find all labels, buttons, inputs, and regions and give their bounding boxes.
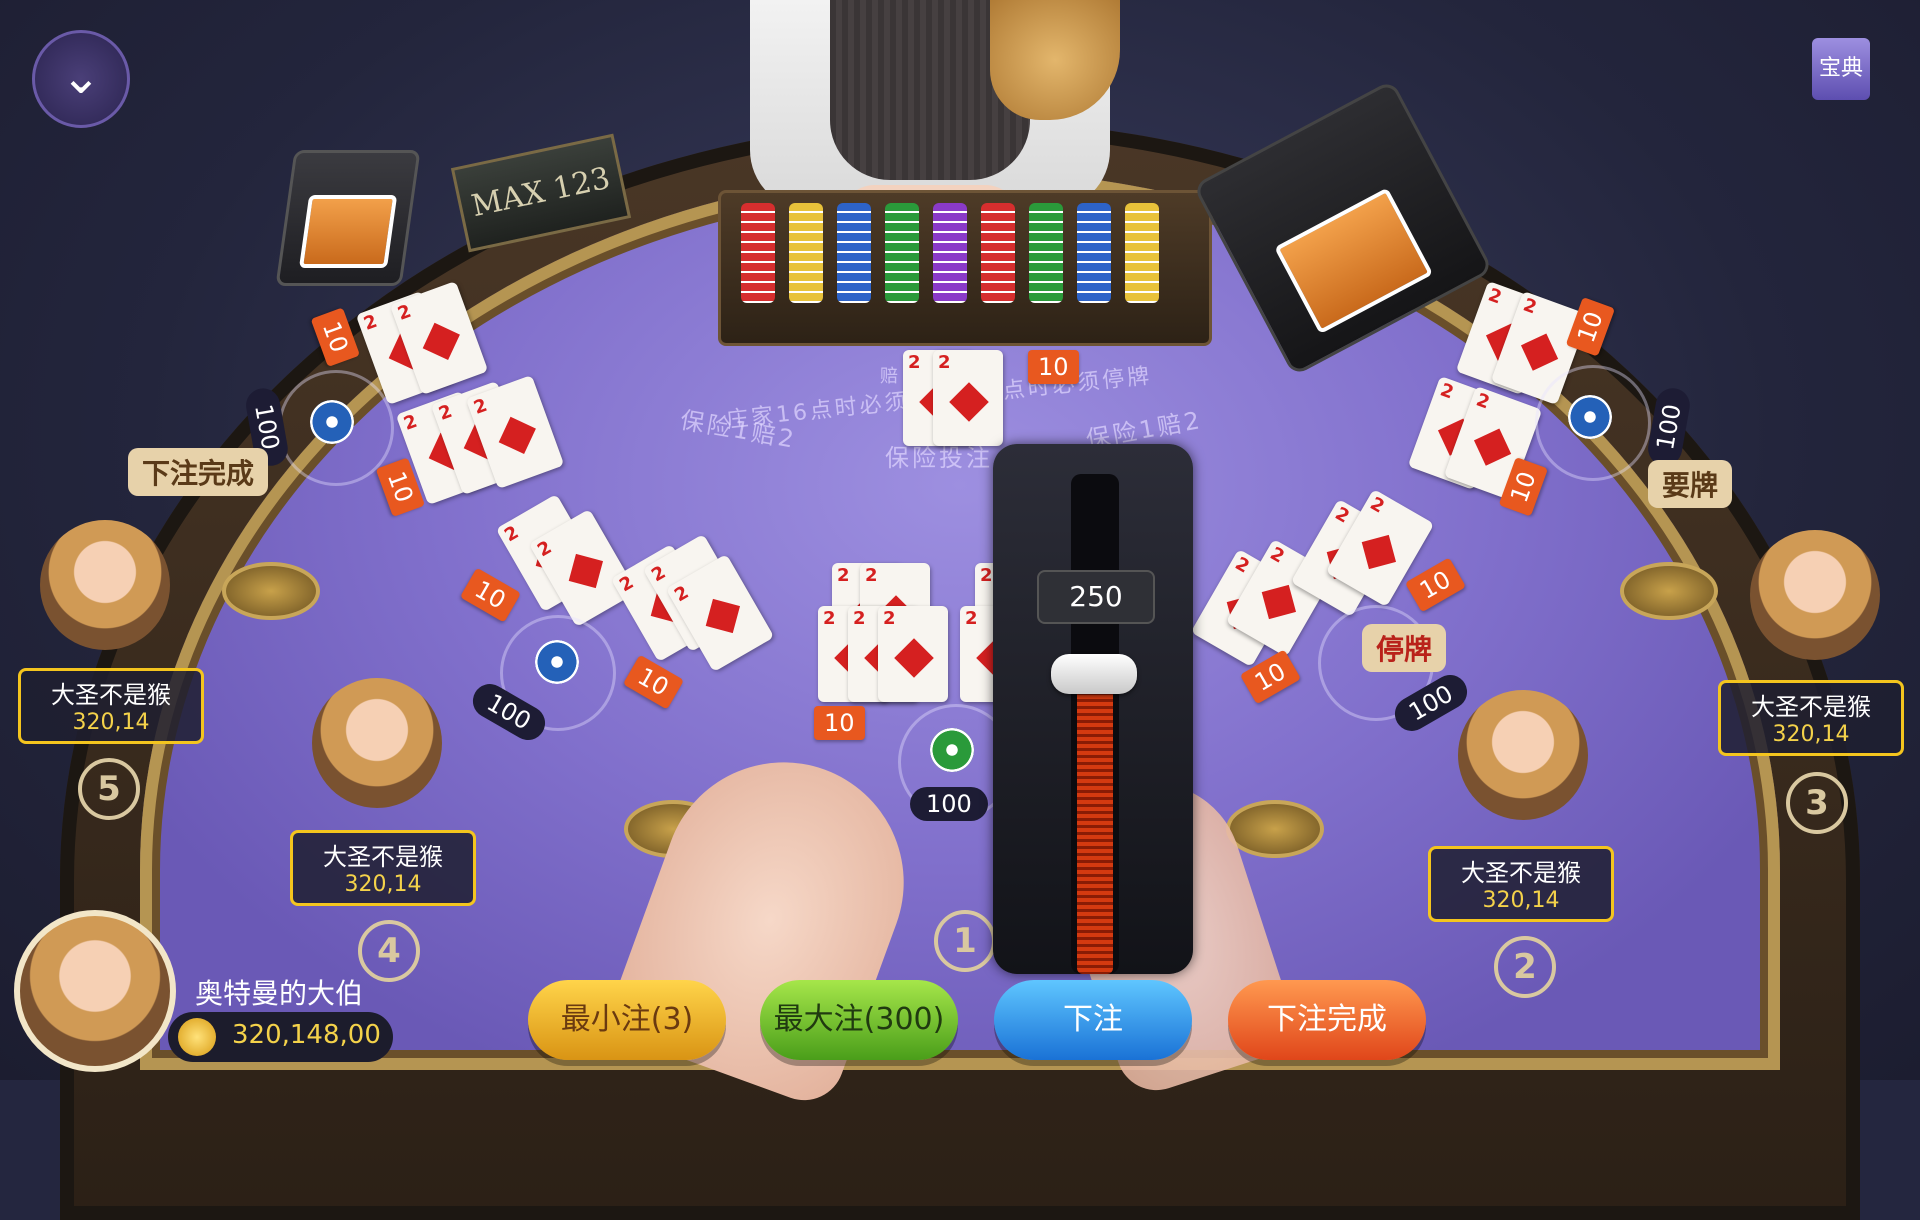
coin-icon: [178, 1018, 216, 1056]
card-back: [1274, 187, 1434, 335]
seat-number: 4: [358, 920, 420, 982]
player-score: 320,14: [1772, 722, 1850, 747]
chip-cup: [1620, 562, 1718, 620]
chip-stack-purple: [933, 203, 967, 303]
player-name: 大圣不是猴: [1461, 859, 1581, 887]
player-name: 大圣不是猴: [51, 681, 171, 709]
bet-slider-fill: [1077, 674, 1113, 974]
player-namebox: 大圣不是猴 320,14: [1718, 680, 1904, 756]
player-namebox: 大圣不是猴 320,14: [290, 830, 476, 906]
dealer-hand-value: 10: [1028, 350, 1079, 384]
max-bet-button[interactable]: 最大注(300): [760, 980, 958, 1060]
chip-icon: [930, 728, 974, 772]
my-coin-value: 320,148,00: [232, 1020, 381, 1050]
my-name: 奥特曼的大伯: [195, 977, 364, 1010]
chevron-down-icon: ⌄: [60, 49, 102, 105]
player-score: 320,14: [72, 710, 150, 735]
chip-stack-red-2: [981, 203, 1015, 303]
player-name: 大圣不是猴: [1751, 693, 1871, 721]
seat-number: 1: [934, 910, 996, 972]
chip-stack-yellow-2: [1125, 203, 1159, 303]
chip-stack-green-2: [1029, 203, 1063, 303]
status-bubble: 下注完成: [128, 448, 269, 496]
chip-icon: [310, 400, 354, 444]
discard-holder: [275, 150, 421, 286]
dealer-chip-tray: [718, 190, 1212, 346]
chip-icon: [1568, 395, 1612, 439]
status-bubble: 要牌: [1648, 460, 1733, 508]
chip-stack-blue-2: [1077, 203, 1111, 303]
my-avatar[interactable]: [14, 910, 176, 1072]
chip-stack-yellow: [789, 203, 823, 303]
status-bubble: 停牌: [1362, 624, 1447, 672]
guide-button[interactable]: 宝典: [1812, 38, 1870, 100]
dealer-card: 2: [933, 350, 1003, 446]
player-namebox: 大圣不是猴 320,14: [18, 668, 204, 744]
player-score: 320,14: [1482, 888, 1560, 913]
bet-amount: 100: [910, 787, 988, 821]
card-back: [298, 195, 398, 268]
bet-slider-track[interactable]: [1071, 474, 1119, 974]
menu-button[interactable]: ⌄: [32, 30, 130, 128]
chip-cup: [222, 562, 320, 620]
player-name: 大圣不是猴: [323, 843, 443, 871]
bet-slider-value: 250: [1037, 570, 1155, 624]
bet-button[interactable]: 下注: [994, 980, 1192, 1060]
min-bet-button[interactable]: 最小注(3): [528, 980, 726, 1060]
chip-stack-green: [885, 203, 919, 303]
bet-done-button[interactable]: 下注完成: [1228, 980, 1426, 1060]
bet-slider-thumb[interactable]: [1051, 654, 1137, 694]
avatar[interactable]: [1458, 690, 1588, 820]
my-coins: 320,148,00: [168, 1012, 393, 1062]
payout-label: 赔: [880, 366, 901, 387]
avatar[interactable]: [40, 520, 170, 650]
hand-value-tag: 10: [814, 706, 865, 740]
seat-number: 5: [78, 758, 140, 820]
chip-cup: [1226, 800, 1324, 858]
chip-stack-blue: [837, 203, 871, 303]
player-card: 2: [878, 606, 948, 702]
avatar[interactable]: [1750, 530, 1880, 660]
seat-number: 2: [1494, 936, 1556, 998]
avatar[interactable]: [312, 678, 442, 808]
player-namebox: 大圣不是猴 320,14: [1428, 846, 1614, 922]
bet-slider-panel: 250: [993, 444, 1193, 974]
chip-icon: [535, 640, 579, 684]
player-score: 320,14: [344, 872, 422, 897]
seat-number: 3: [1786, 772, 1848, 834]
chip-stack-red: [741, 203, 775, 303]
